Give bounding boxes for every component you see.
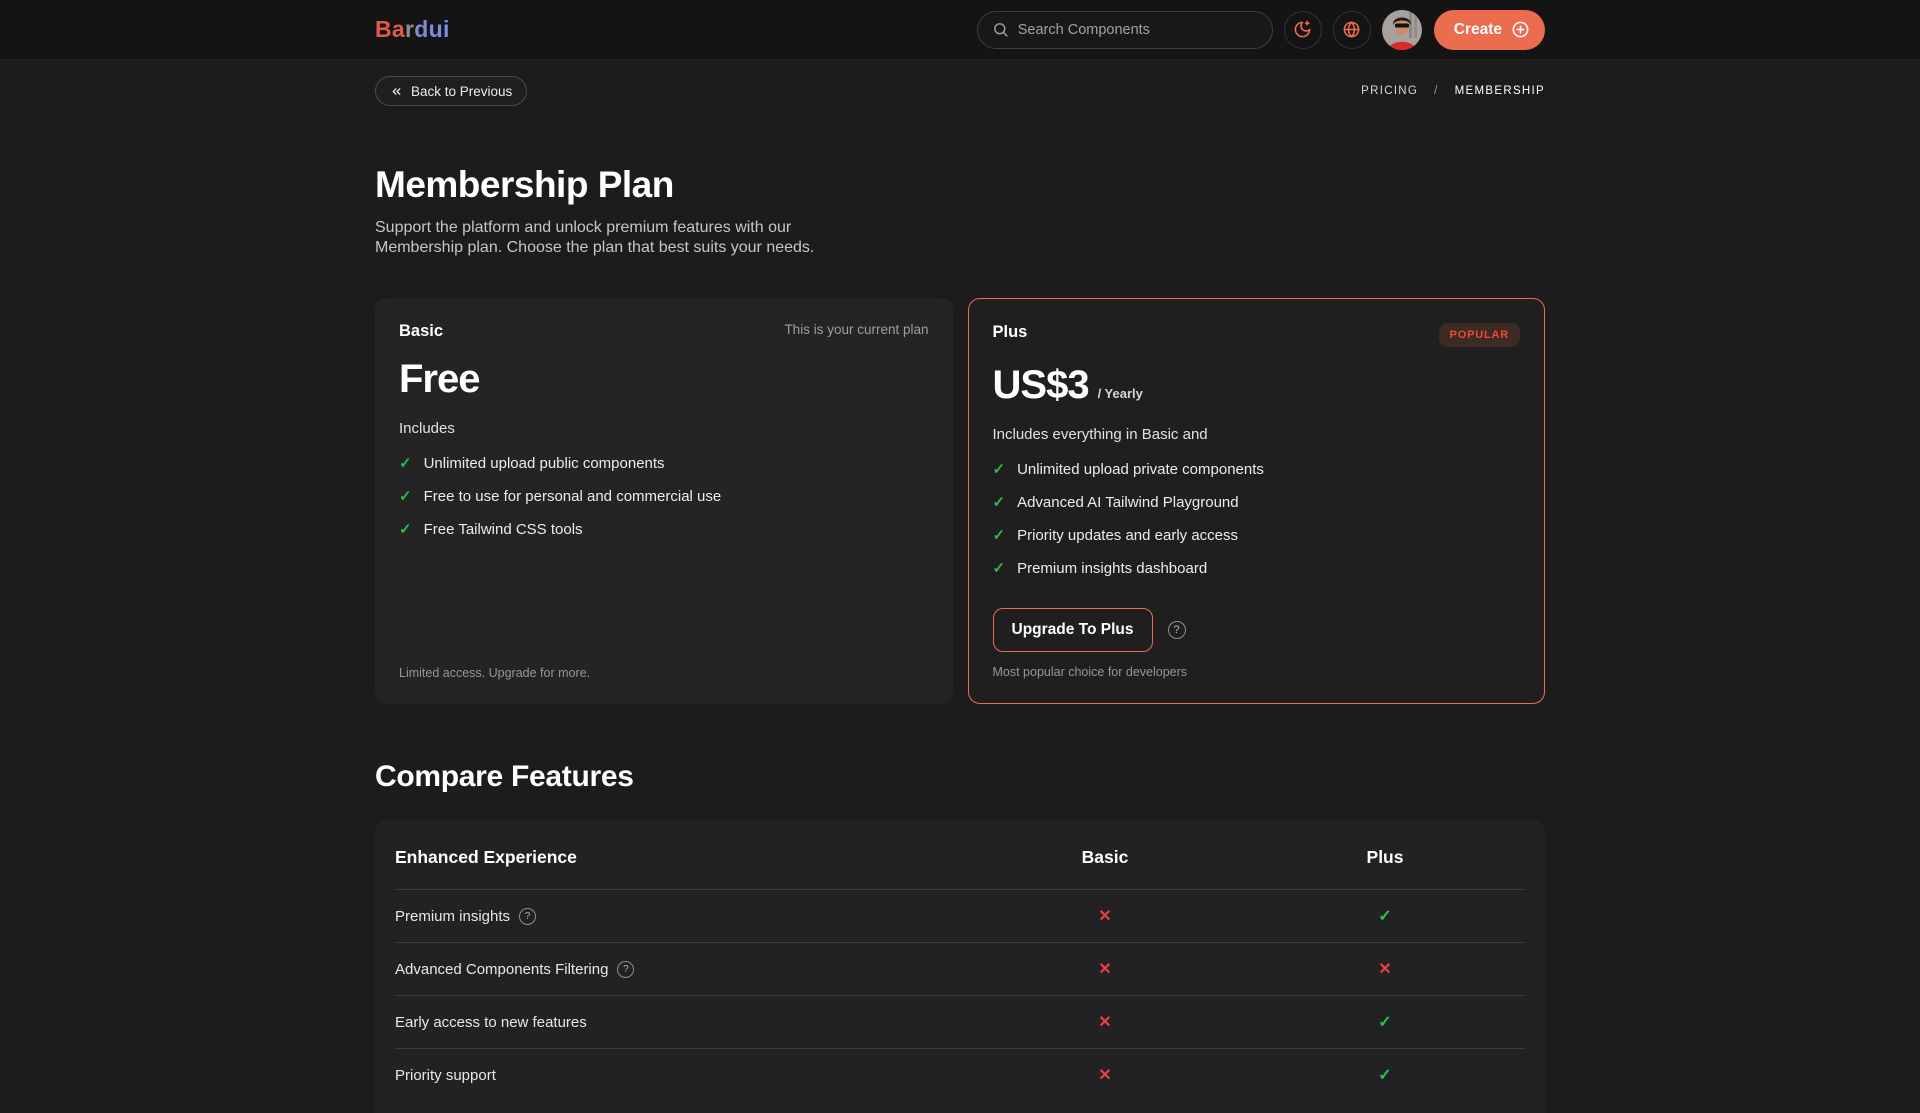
feature-label: Unlimited upload public components: [424, 455, 665, 472]
basic-plan-card: Basic This is your current plan Free Inc…: [375, 298, 953, 704]
plus-mark: ✓: [1245, 1065, 1525, 1085]
help-icon[interactable]: ?: [1168, 621, 1186, 639]
brand-logo-segment: r: [405, 16, 414, 42]
brand-logo-segment: ui: [429, 16, 450, 42]
feature-item: ✓ Unlimited upload private components: [993, 460, 1521, 478]
compare-table-body: Premium insights ? ✕ ✓ Advanced Componen…: [395, 889, 1525, 1101]
table-row: Advanced Components Filtering ? ✕ ✕: [395, 942, 1525, 995]
breadcrumb-pricing[interactable]: PRICING: [1361, 85, 1418, 97]
plan-cards: Basic This is your current plan Free Inc…: [375, 298, 1545, 704]
plus-includes-label: Includes everything in Basic and: [993, 426, 1521, 443]
row-label: Premium insights: [395, 908, 510, 925]
basic-plan-name: Basic: [399, 322, 443, 341]
feature-item: ✓ Free to use for personal and commercia…: [399, 487, 929, 505]
feature-item: ✓ Premium insights dashboard: [993, 559, 1521, 577]
compare-table-header: Enhanced Experience Basic Plus: [395, 820, 1525, 889]
column-header-basic: Basic: [965, 847, 1245, 868]
theme-toggle-button[interactable]: [1284, 11, 1322, 49]
plus-mark: ✓: [1245, 1012, 1525, 1032]
table-row: Priority support ✕ ✓: [395, 1048, 1525, 1101]
current-plan-note: This is your current plan: [784, 322, 928, 337]
feature-item: ✓ Priority updates and early access: [993, 526, 1521, 544]
plus-circle-icon: [1511, 20, 1530, 39]
globe-icon: [1342, 20, 1361, 39]
moon-star-icon: [1293, 20, 1312, 39]
upgrade-to-plus-button[interactable]: Upgrade To Plus: [993, 608, 1153, 652]
help-icon[interactable]: ?: [519, 908, 536, 925]
feature-label: Unlimited upload private components: [1017, 461, 1264, 478]
compare-title: Compare Features: [375, 760, 1545, 794]
plus-plan-card: Plus POPULAR US$3 / Yearly Includes ever…: [968, 298, 1546, 704]
feature-label: Premium insights dashboard: [1017, 560, 1207, 577]
plus-mark: ✕: [1245, 959, 1525, 979]
back-to-previous-button[interactable]: Back to Previous: [375, 76, 527, 106]
compare-table: Enhanced Experience Basic Plus Premium i…: [375, 820, 1545, 1113]
check-icon: ✓: [399, 454, 412, 472]
hero-section: Membership Plan Support the platform and…: [375, 164, 1545, 258]
breadcrumb-separator: /: [1434, 85, 1439, 97]
check-icon: ✓: [993, 493, 1006, 511]
plus-footnote: Most popular choice for developers: [993, 665, 1521, 679]
search-input[interactable]: [1018, 22, 1258, 38]
plus-plan-name: Plus: [993, 323, 1028, 342]
popular-badge: POPULAR: [1439, 323, 1520, 347]
plus-plan-period: / Yearly: [1098, 386, 1143, 401]
feature-label: Advanced AI Tailwind Playground: [1017, 494, 1239, 511]
check-icon: ✓: [399, 520, 412, 538]
feature-item: ✓ Free Tailwind CSS tools: [399, 520, 929, 538]
brand-logo[interactable]: Bardui: [375, 16, 450, 43]
check-icon: ✓: [993, 526, 1006, 544]
help-icon[interactable]: ?: [617, 961, 634, 978]
basic-footnote: Limited access. Upgrade for more.: [399, 666, 929, 680]
basic-mark: ✕: [965, 906, 1245, 926]
check-icon: ✓: [399, 487, 412, 505]
feature-label: Free Tailwind CSS tools: [424, 521, 583, 538]
create-button-label: Create: [1454, 21, 1502, 39]
breadcrumb: PRICING / MEMBERSHIP: [1361, 85, 1545, 97]
subheader: Back to Previous PRICING / MEMBERSHIP: [375, 76, 1545, 106]
check-icon: ✓: [993, 460, 1006, 478]
search-bar[interactable]: [977, 11, 1273, 49]
row-label: Advanced Components Filtering: [395, 961, 608, 978]
plus-plan-price: US$3: [993, 363, 1089, 408]
page-subtitle: Support the platform and unlock premium …: [375, 218, 827, 258]
column-header-feature: Enhanced Experience: [395, 847, 965, 868]
navbar: Bardui: [0, 0, 1920, 60]
table-row: Early access to new features ✕ ✓: [395, 995, 1525, 1048]
compare-section: Compare Features Enhanced Experience Bas…: [375, 760, 1545, 1113]
create-button[interactable]: Create: [1434, 10, 1545, 50]
basic-mark: ✕: [965, 1012, 1245, 1032]
feature-item: ✓ Unlimited upload public components: [399, 454, 929, 472]
plus-mark: ✓: [1245, 906, 1525, 926]
search-icon: [992, 21, 1009, 38]
row-label: Priority support: [395, 1067, 496, 1084]
breadcrumb-membership: MEMBERSHIP: [1455, 85, 1545, 97]
feature-label: Priority updates and early access: [1017, 527, 1238, 544]
row-label: Early access to new features: [395, 1014, 587, 1031]
basic-includes-label: Includes: [399, 420, 929, 437]
plus-feature-list: ✓ Unlimited upload private components ✓ …: [993, 460, 1521, 592]
check-icon: ✓: [993, 559, 1006, 577]
column-header-plus: Plus: [1245, 847, 1525, 868]
brand-logo-segment: Ba: [375, 16, 405, 42]
brand-logo-segment: d: [414, 16, 428, 42]
basic-mark: ✕: [965, 959, 1245, 979]
back-to-previous-label: Back to Previous: [411, 84, 512, 99]
page-title: Membership Plan: [375, 164, 1545, 206]
chevrons-left-icon: [390, 85, 403, 98]
basic-mark: ✕: [965, 1065, 1245, 1085]
feature-item: ✓ Advanced AI Tailwind Playground: [993, 493, 1521, 511]
user-avatar[interactable]: [1382, 10, 1422, 50]
basic-feature-list: ✓ Unlimited upload public components ✓ F…: [399, 454, 929, 553]
basic-plan-price: Free: [399, 357, 480, 402]
table-row: Premium insights ? ✕ ✓: [395, 889, 1525, 942]
language-button[interactable]: [1333, 11, 1371, 49]
feature-label: Free to use for personal and commercial …: [424, 488, 722, 505]
